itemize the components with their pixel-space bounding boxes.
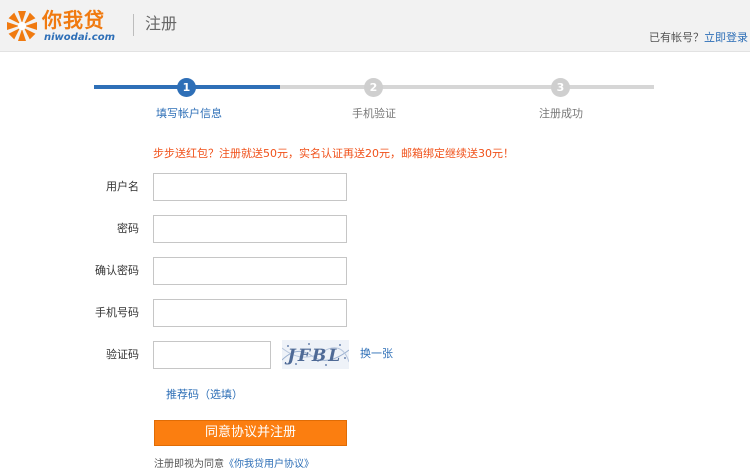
captcha-input[interactable] — [153, 341, 271, 369]
login-prompt-area: 已有帐号？立即登录 — [649, 31, 748, 45]
login-prompt-text: 已有帐号？ — [649, 31, 704, 44]
step-1-circle: 1 — [177, 78, 196, 97]
confirm-password-label: 确认密码 — [95, 264, 139, 277]
step-1-label: 填写帐户信息 — [156, 107, 222, 120]
username-label: 用户名 — [106, 180, 139, 193]
username-input[interactable] — [153, 173, 347, 201]
password-input[interactable] — [153, 215, 347, 243]
step-2-circle: 2 — [364, 78, 383, 97]
refresh-captcha-link[interactable]: 换一张 — [360, 347, 393, 361]
promo-message: 步步送红包？注册就送50元，实名认证再送20元，邮箱绑定继续送30元！ — [153, 147, 514, 160]
agreement-notice: 注册即视为同意《你我贷用户协议》 — [154, 458, 314, 471]
captcha-text: JFBL — [284, 346, 345, 366]
user-agreement-link[interactable]: 《你我贷用户协议》 — [224, 459, 314, 470]
registration-steps: 1 2 3 填写帐户信息 手机验证 注册成功 — [94, 78, 654, 124]
login-link[interactable]: 立即登录 — [704, 31, 748, 44]
phone-input[interactable] — [153, 299, 347, 327]
logo-text: 你我贷 — [42, 8, 105, 32]
step-progress-inactive — [280, 85, 654, 89]
logo-pinwheel-icon — [7, 11, 37, 41]
captcha-image[interactable]: JFBL — [282, 340, 349, 369]
confirm-password-input[interactable] — [153, 257, 347, 285]
password-label: 密码 — [117, 222, 139, 235]
header-bar: 你我贷 niwodai.com 注册 已有帐号？立即登录 — [0, 0, 750, 52]
step-3-label: 注册成功 — [539, 107, 583, 120]
step-2-label: 手机验证 — [352, 107, 396, 120]
header-divider — [133, 14, 134, 36]
logo-domain: niwodai.com — [44, 32, 116, 43]
step-3-circle: 3 — [551, 78, 570, 97]
referral-code-toggle[interactable]: 推荐码（选填） — [166, 388, 243, 402]
agreement-prefix: 注册即视为同意 — [154, 459, 224, 470]
captcha-label: 验证码 — [106, 348, 139, 361]
captcha-noise-graphic: JFBL — [282, 340, 349, 369]
phone-label: 手机号码 — [95, 306, 139, 319]
page-title: 注册 — [145, 14, 178, 33]
agree-and-register-button[interactable]: 同意协议并注册 — [154, 420, 347, 446]
